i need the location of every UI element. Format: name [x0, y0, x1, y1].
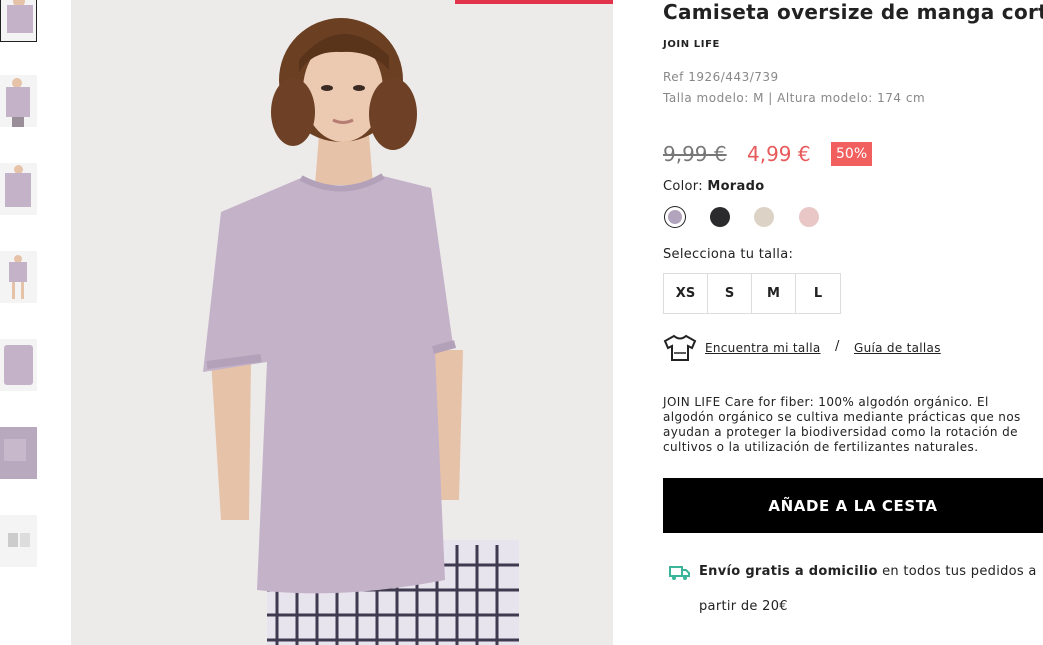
model-illustration — [71, 0, 613, 645]
swatch-fill — [668, 210, 682, 224]
sale-price: 4,99 € — [747, 142, 811, 166]
color-swatch-pink[interactable] — [799, 207, 819, 227]
find-my-size-link[interactable]: Encuentra mi talla — [705, 341, 821, 355]
product-main-image[interactable] — [71, 0, 613, 645]
tab-indicator — [455, 0, 613, 4]
add-to-cart-button[interactable]: AÑADE A LA CESTA — [663, 478, 1043, 533]
size-help-separator: / — [835, 339, 840, 354]
collection-label: JOIN LIFE — [663, 39, 720, 50]
truck-icon — [669, 566, 690, 580]
size-option-s[interactable]: S — [708, 274, 752, 313]
size-label: Selecciona tu talla: — [663, 247, 794, 262]
color-swatch-black[interactable] — [710, 207, 730, 227]
product-title: Camiseta oversize de manga corta — [663, 0, 1043, 24]
shipping-line-2: partir de 20€ — [699, 599, 788, 614]
size-help: Encuentra mi talla / Guía de tallas — [663, 334, 1043, 364]
thumbnail-3[interactable] — [0, 163, 37, 215]
size-option-xs[interactable]: XS — [664, 274, 708, 313]
thumbnail-gallery — [0, 0, 40, 645]
color-swatch-beige[interactable] — [754, 207, 774, 227]
shipping-rest: en todos tus pedidos a — [877, 564, 1037, 579]
discount-badge: 50% — [831, 142, 873, 166]
shipping-bold: Envío gratis a domicilio — [699, 564, 878, 579]
model-info: Talla modelo: M | Altura modelo: 174 cm — [663, 91, 926, 105]
size-option-m[interactable]: M — [752, 274, 796, 313]
thumbnail-5[interactable] — [0, 339, 37, 391]
product-ref: Ref 1926/443/739 — [663, 70, 779, 84]
size-selector: XS S M L — [663, 273, 841, 314]
thumbnail-6[interactable] — [0, 427, 37, 479]
thumbnail-7[interactable] — [0, 515, 37, 567]
thumbnail-2[interactable] — [0, 75, 37, 127]
thumbnail-1[interactable] — [0, 0, 37, 42]
tshirt-icon — [663, 334, 697, 361]
original-price: 9,99 € — [663, 142, 727, 166]
size-option-l[interactable]: L — [796, 274, 840, 313]
color-swatch-morado[interactable] — [665, 207, 685, 227]
color-label: Color: Morado — [663, 179, 764, 194]
size-guide-link[interactable]: Guía de tallas — [854, 341, 941, 355]
color-label-text: Color: — [663, 179, 703, 194]
selected-color-name: Morado — [707, 179, 765, 194]
shipping-line-1: Envío gratis a domicilio en todos tus pe… — [699, 564, 1037, 579]
thumbnail-4[interactable] — [0, 251, 37, 303]
product-description: JOIN LIFE Care for fiber: 100% algodón o… — [663, 395, 1021, 454]
